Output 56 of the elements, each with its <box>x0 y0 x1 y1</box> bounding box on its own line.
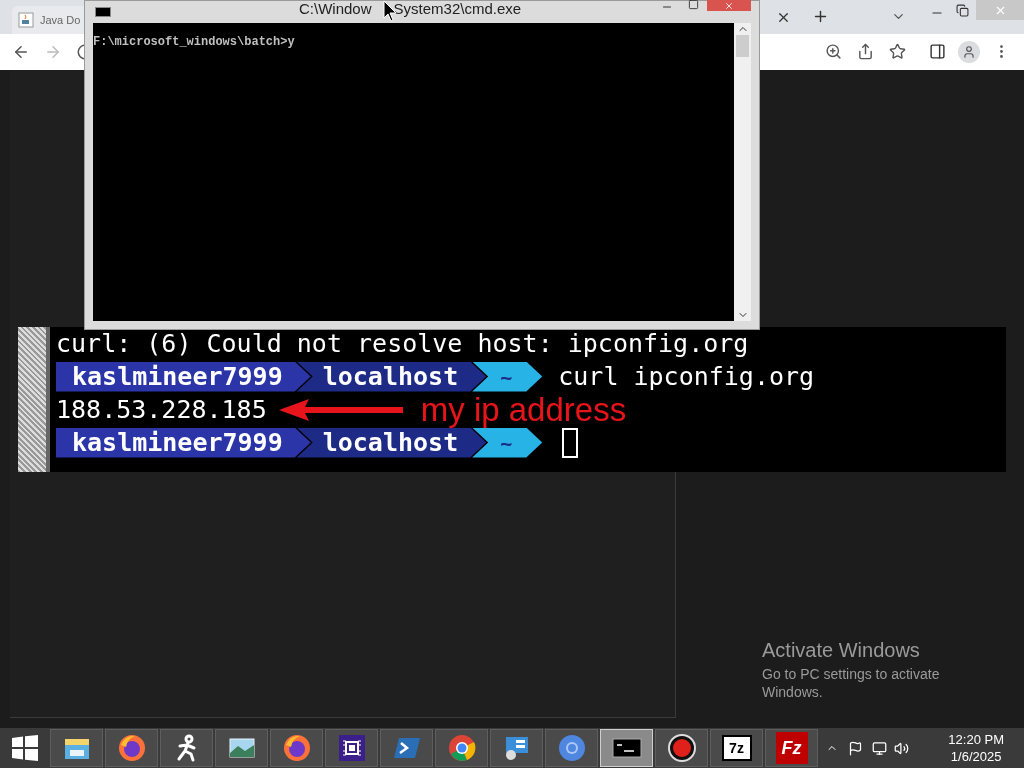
browser-tab[interactable]: Java Do <box>12 6 84 34</box>
profile-avatar[interactable] <box>958 41 980 63</box>
clock-date[interactable]: 1/6/2025 <box>950 748 1002 765</box>
maximize-icon[interactable] <box>688 0 699 10</box>
tab-title: Java Do <box>40 12 81 28</box>
start-icon[interactable] <box>12 735 38 761</box>
flag-icon[interactable] <box>848 740 863 756</box>
reload-icon[interactable] <box>76 43 84 61</box>
taskbar-button[interactable] <box>435 729 488 767</box>
activation-title: Activate Windows <box>762 638 921 663</box>
window-title: System32\cmd.exe <box>393 0 522 19</box>
bookmark-star-icon[interactable] <box>889 43 906 60</box>
console-app-icon <box>95 7 111 17</box>
user-segment: kaslmineer7999 <box>56 427 311 458</box>
taskbar-button[interactable]: 7z <box>710 729 763 767</box>
volume-icon[interactable] <box>894 740 909 756</box>
filezilla-logo: Fz <box>775 732 808 764</box>
taskbar-button[interactable] <box>490 729 543 767</box>
side-panel-icon[interactable] <box>929 43 946 60</box>
command-text: curl ipconfig.org <box>558 364 815 389</box>
back-icon[interactable] <box>12 43 30 61</box>
taskbar-button[interactable] <box>50 729 103 767</box>
host-segment: localhost <box>296 361 487 392</box>
7z-logo: 7z <box>721 735 752 761</box>
network-icon[interactable] <box>872 740 887 756</box>
restore-icon[interactable] <box>956 4 969 17</box>
chrome-icon <box>446 733 477 763</box>
clock-time[interactable]: 12:20 PM <box>948 731 1004 748</box>
firefox-icon <box>116 733 147 763</box>
close-tab-icon[interactable] <box>776 10 791 25</box>
chromium-icon <box>556 733 587 763</box>
share-icon[interactable] <box>857 43 874 60</box>
window-title: C:\Window <box>299 0 372 19</box>
taskbar-button[interactable] <box>325 729 378 767</box>
output-text: 188.53.228.185 <box>56 397 267 422</box>
vertical-scrollbar[interactable] <box>734 23 751 321</box>
console-line: F:\microsoft_windows\batch>y <box>93 34 296 51</box>
record-icon <box>666 733 697 763</box>
output-text: curl: (6) Could not resolve host: ipconfig.org <box>56 331 749 356</box>
coffee-cup-icon <box>18 12 34 28</box>
directory-segment: ~ <box>472 361 543 392</box>
directory-segment: ~ <box>472 427 543 458</box>
taskbar-button[interactable] <box>655 729 708 767</box>
taskbar-button[interactable] <box>160 729 213 767</box>
firefox-icon <box>281 733 312 763</box>
taskbar-button[interactable]: Fz <box>765 729 818 767</box>
chip-icon <box>336 733 367 763</box>
user-segment: kaslmineer7999 <box>56 361 311 392</box>
zoom-icon[interactable] <box>825 43 842 60</box>
close-icon <box>724 0 734 11</box>
new-tab-icon[interactable] <box>812 8 829 25</box>
taskbar-button[interactable] <box>215 729 268 767</box>
host-segment: localhost <box>296 427 487 458</box>
scrollbar-thumb[interactable] <box>736 35 749 57</box>
activation-text: Go to PC settings to activate Windows. <box>762 665 941 701</box>
annotation-text: my ip address <box>420 393 627 426</box>
